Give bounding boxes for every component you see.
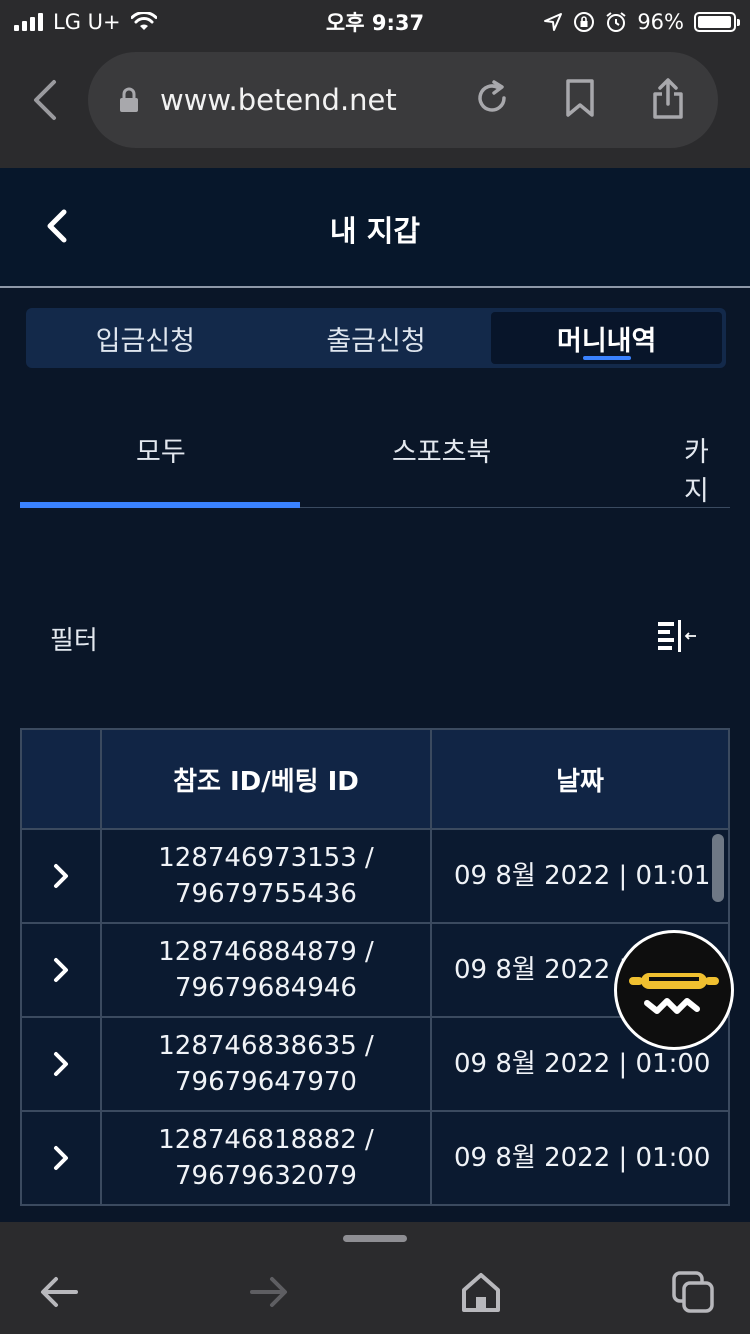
expand-chevron-icon[interactable] bbox=[51, 956, 71, 984]
drag-handle[interactable] bbox=[343, 1235, 407, 1242]
expand-chevron-icon[interactable] bbox=[51, 862, 71, 890]
table-scrollbar[interactable] bbox=[712, 834, 724, 902]
tab-withdraw[interactable]: 출금신청 bbox=[261, 312, 492, 364]
carrier-label: LG U+ bbox=[53, 10, 121, 34]
table-row[interactable]: 128746973153 /79679755436 09 8월 2022 | 0… bbox=[22, 830, 728, 924]
table-header: 참조 ID/베팅 ID 날짜 bbox=[22, 730, 728, 830]
table-row[interactable]: 128746818882 /79679632079 09 8월 2022 | 0… bbox=[22, 1112, 728, 1206]
date-cell: 09 8월 2022 | 01:00 bbox=[454, 1143, 711, 1173]
tabs-icon[interactable] bbox=[670, 1270, 716, 1314]
share-icon[interactable] bbox=[650, 78, 686, 120]
status-time: 오후 9:37 bbox=[325, 11, 425, 35]
expand-chevron-icon[interactable] bbox=[51, 1144, 71, 1172]
ref-bet-id-cell: 128746818882 /79679632079 bbox=[102, 1112, 432, 1204]
ref-bet-id-cell: 128746884879 /79679684946 bbox=[102, 924, 432, 1016]
expand-chevron-icon[interactable] bbox=[51, 1050, 71, 1078]
lock-icon bbox=[120, 87, 138, 112]
back-arrow-icon[interactable] bbox=[36, 1270, 82, 1314]
ref-bet-id-cell: 128746838635 /79679647970 bbox=[102, 1018, 432, 1110]
active-tab-indicator bbox=[20, 502, 300, 508]
tab-casino[interactable]: 카지 bbox=[684, 430, 730, 508]
tab-deposit[interactable]: 입금신청 bbox=[30, 312, 261, 364]
page-title: 내 지갑 bbox=[329, 214, 421, 248]
wallet-tabs: 입금신청 출금신청 머니내역 bbox=[26, 308, 726, 368]
ref-bet-id-cell: 128746973153 /79679755436 bbox=[102, 830, 432, 922]
tab-all[interactable]: 모두 bbox=[136, 430, 186, 469]
ref-id-column-header: 참조 ID/베팅 ID bbox=[102, 730, 432, 828]
date-cell: 09 8월 2022 | 01:01 bbox=[454, 861, 711, 891]
category-tabs: 모두 스포츠북 카지 bbox=[20, 400, 730, 508]
app-header: 내 지갑 bbox=[0, 168, 750, 288]
chat-widget-icon[interactable] bbox=[614, 930, 734, 1050]
wifi-icon bbox=[130, 12, 157, 30]
tab-sportsbook[interactable]: 스포츠북 bbox=[392, 430, 491, 469]
browser-back-icon[interactable] bbox=[26, 78, 66, 122]
orientation-lock-icon bbox=[574, 12, 595, 32]
filter-label: 필터 bbox=[50, 626, 98, 656]
status-bar: LG U+ 오후 9:37 96% bbox=[0, 0, 750, 44]
cellular-signal-icon bbox=[14, 13, 43, 31]
address-bar[interactable]: www.betend.net bbox=[88, 52, 718, 148]
alarm-icon bbox=[606, 12, 626, 32]
date-column-header: 날짜 bbox=[556, 766, 604, 797]
filter-toggle-icon[interactable] bbox=[656, 618, 700, 658]
browser-toolbar: www.betend.net bbox=[0, 44, 750, 168]
tab-money-history[interactable]: 머니내역 bbox=[491, 312, 723, 364]
home-icon[interactable] bbox=[458, 1270, 504, 1314]
table-row[interactable]: 128746838635 /79679647970 09 8월 2022 | 0… bbox=[22, 1018, 728, 1112]
bookmark-icon[interactable] bbox=[564, 78, 596, 118]
battery-icon bbox=[694, 12, 740, 32]
forward-arrow-icon[interactable] bbox=[246, 1270, 292, 1314]
reload-icon[interactable] bbox=[474, 78, 510, 118]
battery-percent: 96% bbox=[637, 10, 684, 34]
browser-bottom-toolbar bbox=[0, 1222, 750, 1334]
url-text[interactable]: www.betend.net bbox=[160, 83, 397, 117]
location-icon bbox=[544, 13, 563, 31]
expand-column-header bbox=[22, 730, 102, 828]
